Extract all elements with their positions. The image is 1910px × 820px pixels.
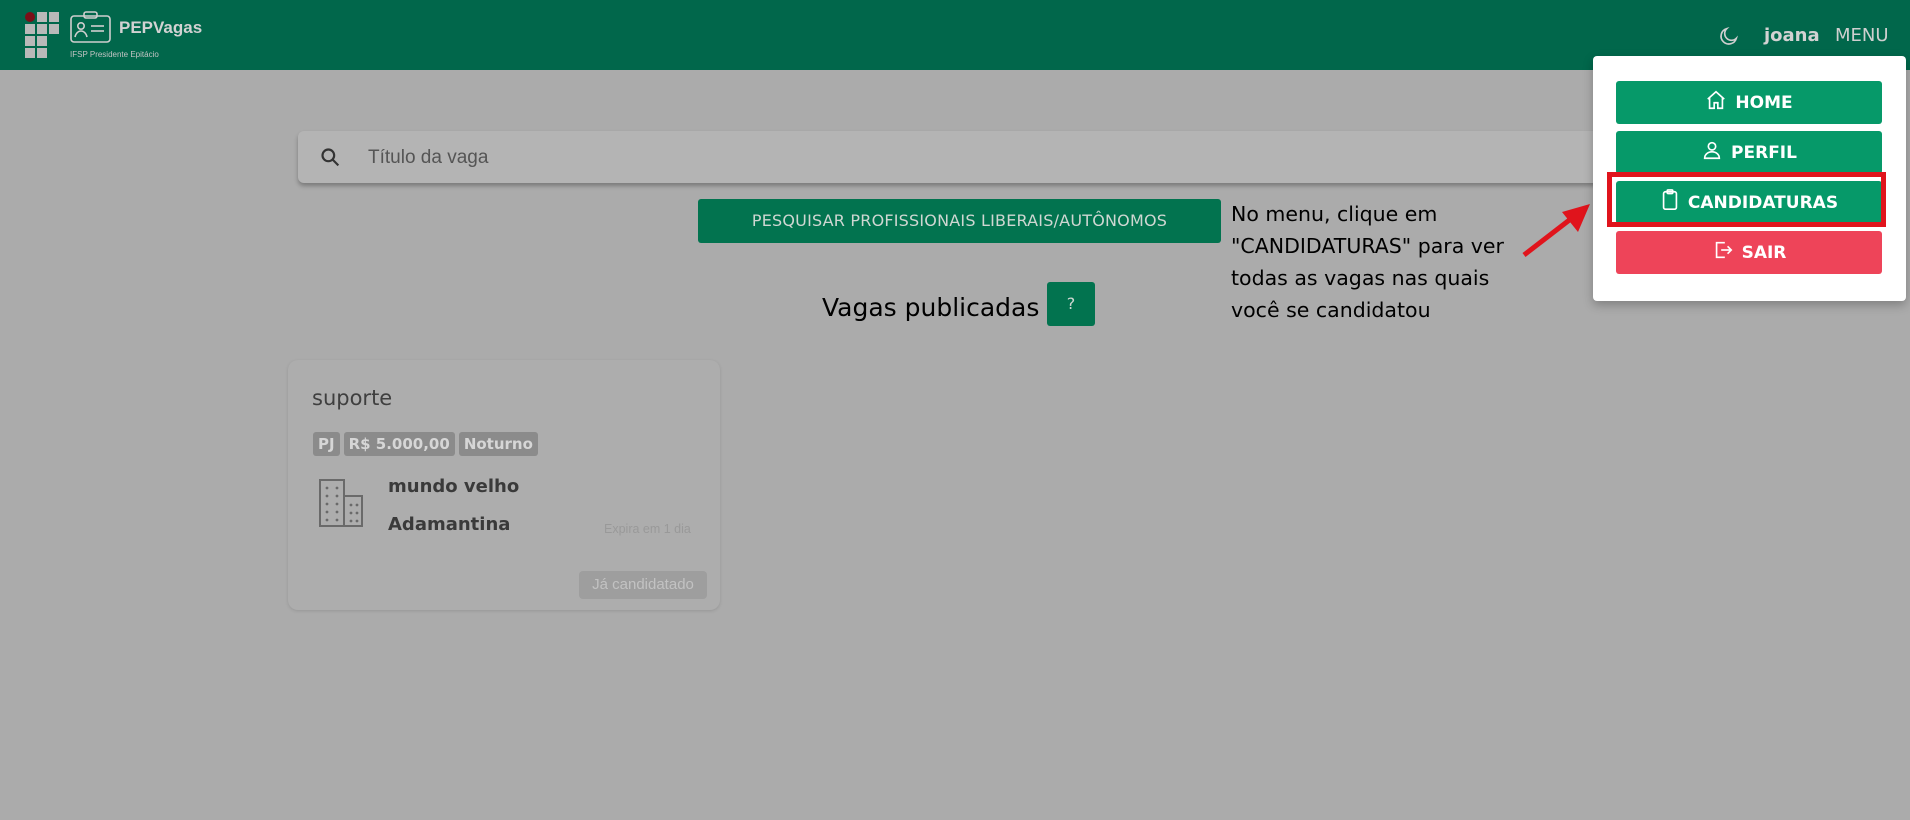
- annotation-line: todas as vagas nas quais: [1231, 266, 1490, 290]
- user-dropdown-menu: HOME PERFIL CANDIDATURAS SAIR: [1593, 56, 1906, 301]
- app-subtitle: IFSP Presidente Epitácio: [70, 50, 159, 59]
- candidaturas-highlight-box: [1607, 172, 1886, 227]
- annotation-line: "CANDIDATURAS" para ver: [1231, 234, 1504, 258]
- salary-badge: R$ 5.000,00: [343, 432, 455, 456]
- job-title: suporte: [312, 386, 393, 410]
- app-title[interactable]: PEPVagas: [119, 18, 202, 38]
- help-button[interactable]: ?: [1047, 282, 1095, 326]
- shift-badge: Noturno: [458, 432, 538, 456]
- job-city: Adamantina: [388, 514, 511, 535]
- annotation-line: você se candidatou: [1231, 298, 1431, 322]
- tutorial-annotation: No menu, clique em "CANDIDATURAS" para v…: [1231, 198, 1531, 326]
- contract-type-badge: PJ: [313, 432, 340, 456]
- expiration-text: Expira em 1 dia: [604, 522, 691, 536]
- annotation-arrow-icon: [1520, 200, 1595, 264]
- username-label: joana: [1764, 25, 1820, 46]
- menu-item-sair[interactable]: SAIR: [1616, 231, 1882, 274]
- user-icon: [1701, 139, 1723, 166]
- home-icon: [1705, 89, 1727, 116]
- job-card[interactable]: suporte PJ R$ 5.000,00 Noturno mundo velho…: [288, 360, 720, 610]
- menu-item-label: PERFIL: [1731, 142, 1797, 163]
- annotation-line: No menu, clique em: [1231, 202, 1438, 226]
- ifsp-logo: [25, 12, 59, 58]
- search-input[interactable]: [366, 143, 1570, 173]
- id-badge-icon: [70, 11, 111, 47]
- logout-icon: [1712, 239, 1734, 266]
- dark-mode-icon[interactable]: [1718, 25, 1740, 51]
- menu-toggle-button[interactable]: MENU: [1835, 25, 1889, 46]
- job-badges: PJ R$ 5.000,00 Noturno: [313, 432, 542, 456]
- menu-item-label: SAIR: [1741, 242, 1787, 263]
- company-name: mundo velho: [388, 476, 520, 497]
- search-professionals-button[interactable]: PESQUISAR PROFISSIONAIS LIBERAIS/AUTÔNOM…: [698, 199, 1221, 243]
- search-bar: [298, 131, 1628, 183]
- already-applied-button[interactable]: Já candidatado: [579, 571, 707, 599]
- menu-item-home[interactable]: HOME: [1616, 81, 1882, 124]
- building-icon: [318, 478, 364, 532]
- menu-item-label: HOME: [1735, 92, 1793, 113]
- menu-item-perfil[interactable]: PERFIL: [1616, 131, 1882, 174]
- section-title: Vagas publicadas: [822, 293, 1040, 322]
